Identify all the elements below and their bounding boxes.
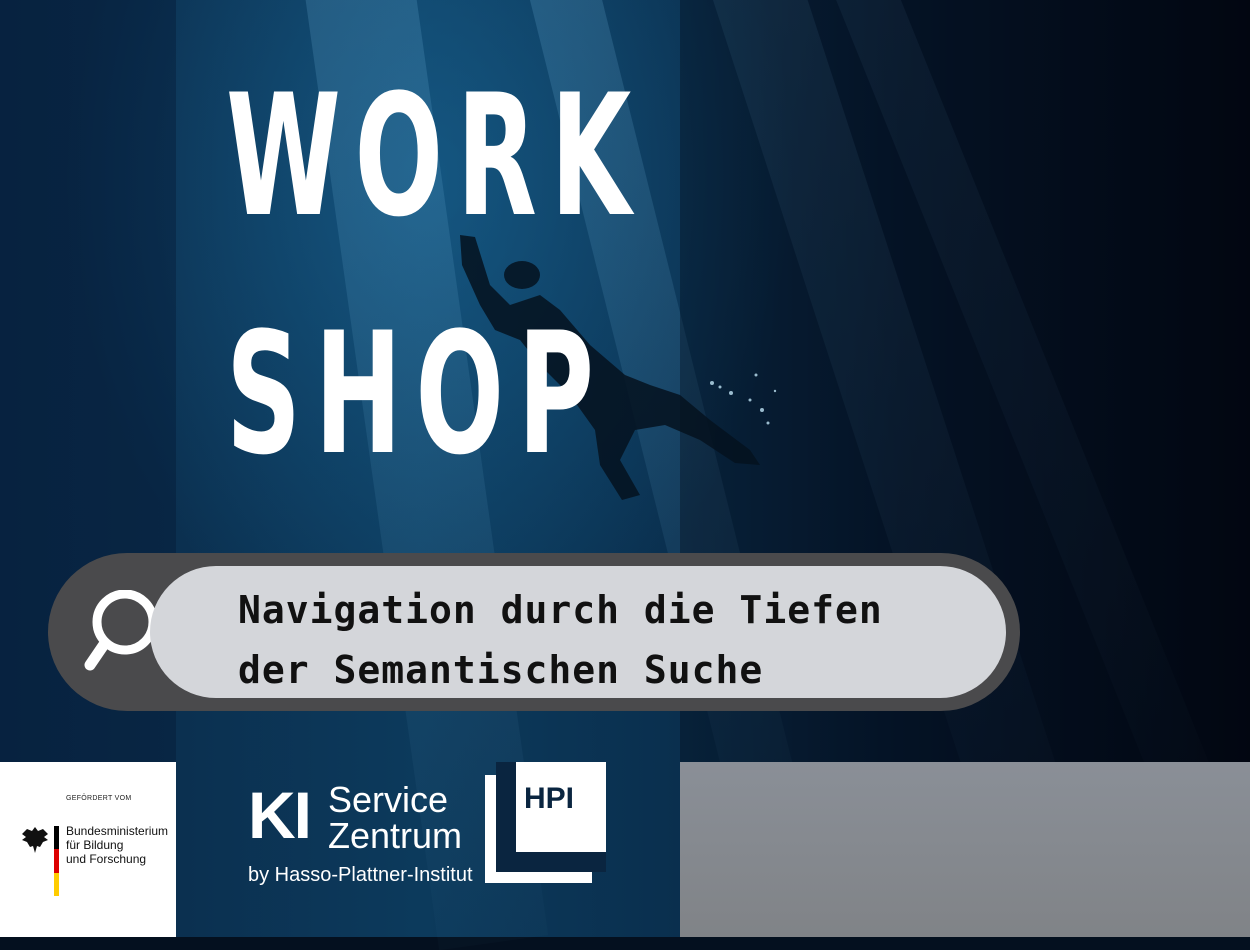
- german-flag-bar: [54, 826, 59, 896]
- ki-service-line2: Zentrum: [328, 815, 463, 856]
- bmbf-name: Bundesministerium für Bildung und Forsch…: [66, 824, 168, 866]
- ki-service-byline: by Hasso-Plattner-Institut: [248, 864, 473, 886]
- federal-eagle-icon: [22, 827, 48, 853]
- gray-footer-panel: [680, 762, 1250, 937]
- bmbf-name-line1: Bundesministerium: [66, 824, 169, 838]
- workshop-title-line2: SHOP: [226, 296, 608, 492]
- search-query-line2: der Semantischen Suche: [238, 648, 764, 692]
- hpi-logo-text: HPI: [524, 782, 575, 815]
- workshop-title-line1: WORK: [226, 58, 645, 254]
- ki-logo-abbr: KI: [248, 778, 312, 852]
- funded-by-label: GEFÖRDERT VOM: [66, 795, 132, 802]
- search-query-line1: Navigation durch die Tiefen: [238, 588, 883, 632]
- ki-service-line1: Service: [328, 779, 449, 820]
- search-query-text: Navigation durch die Tiefen der Semantis…: [238, 580, 883, 700]
- bmbf-name-line3: und Forschung: [66, 852, 147, 866]
- ki-service-name: Service Zentrum: [328, 782, 462, 854]
- bmbf-name-line2: für Bildung: [66, 838, 124, 852]
